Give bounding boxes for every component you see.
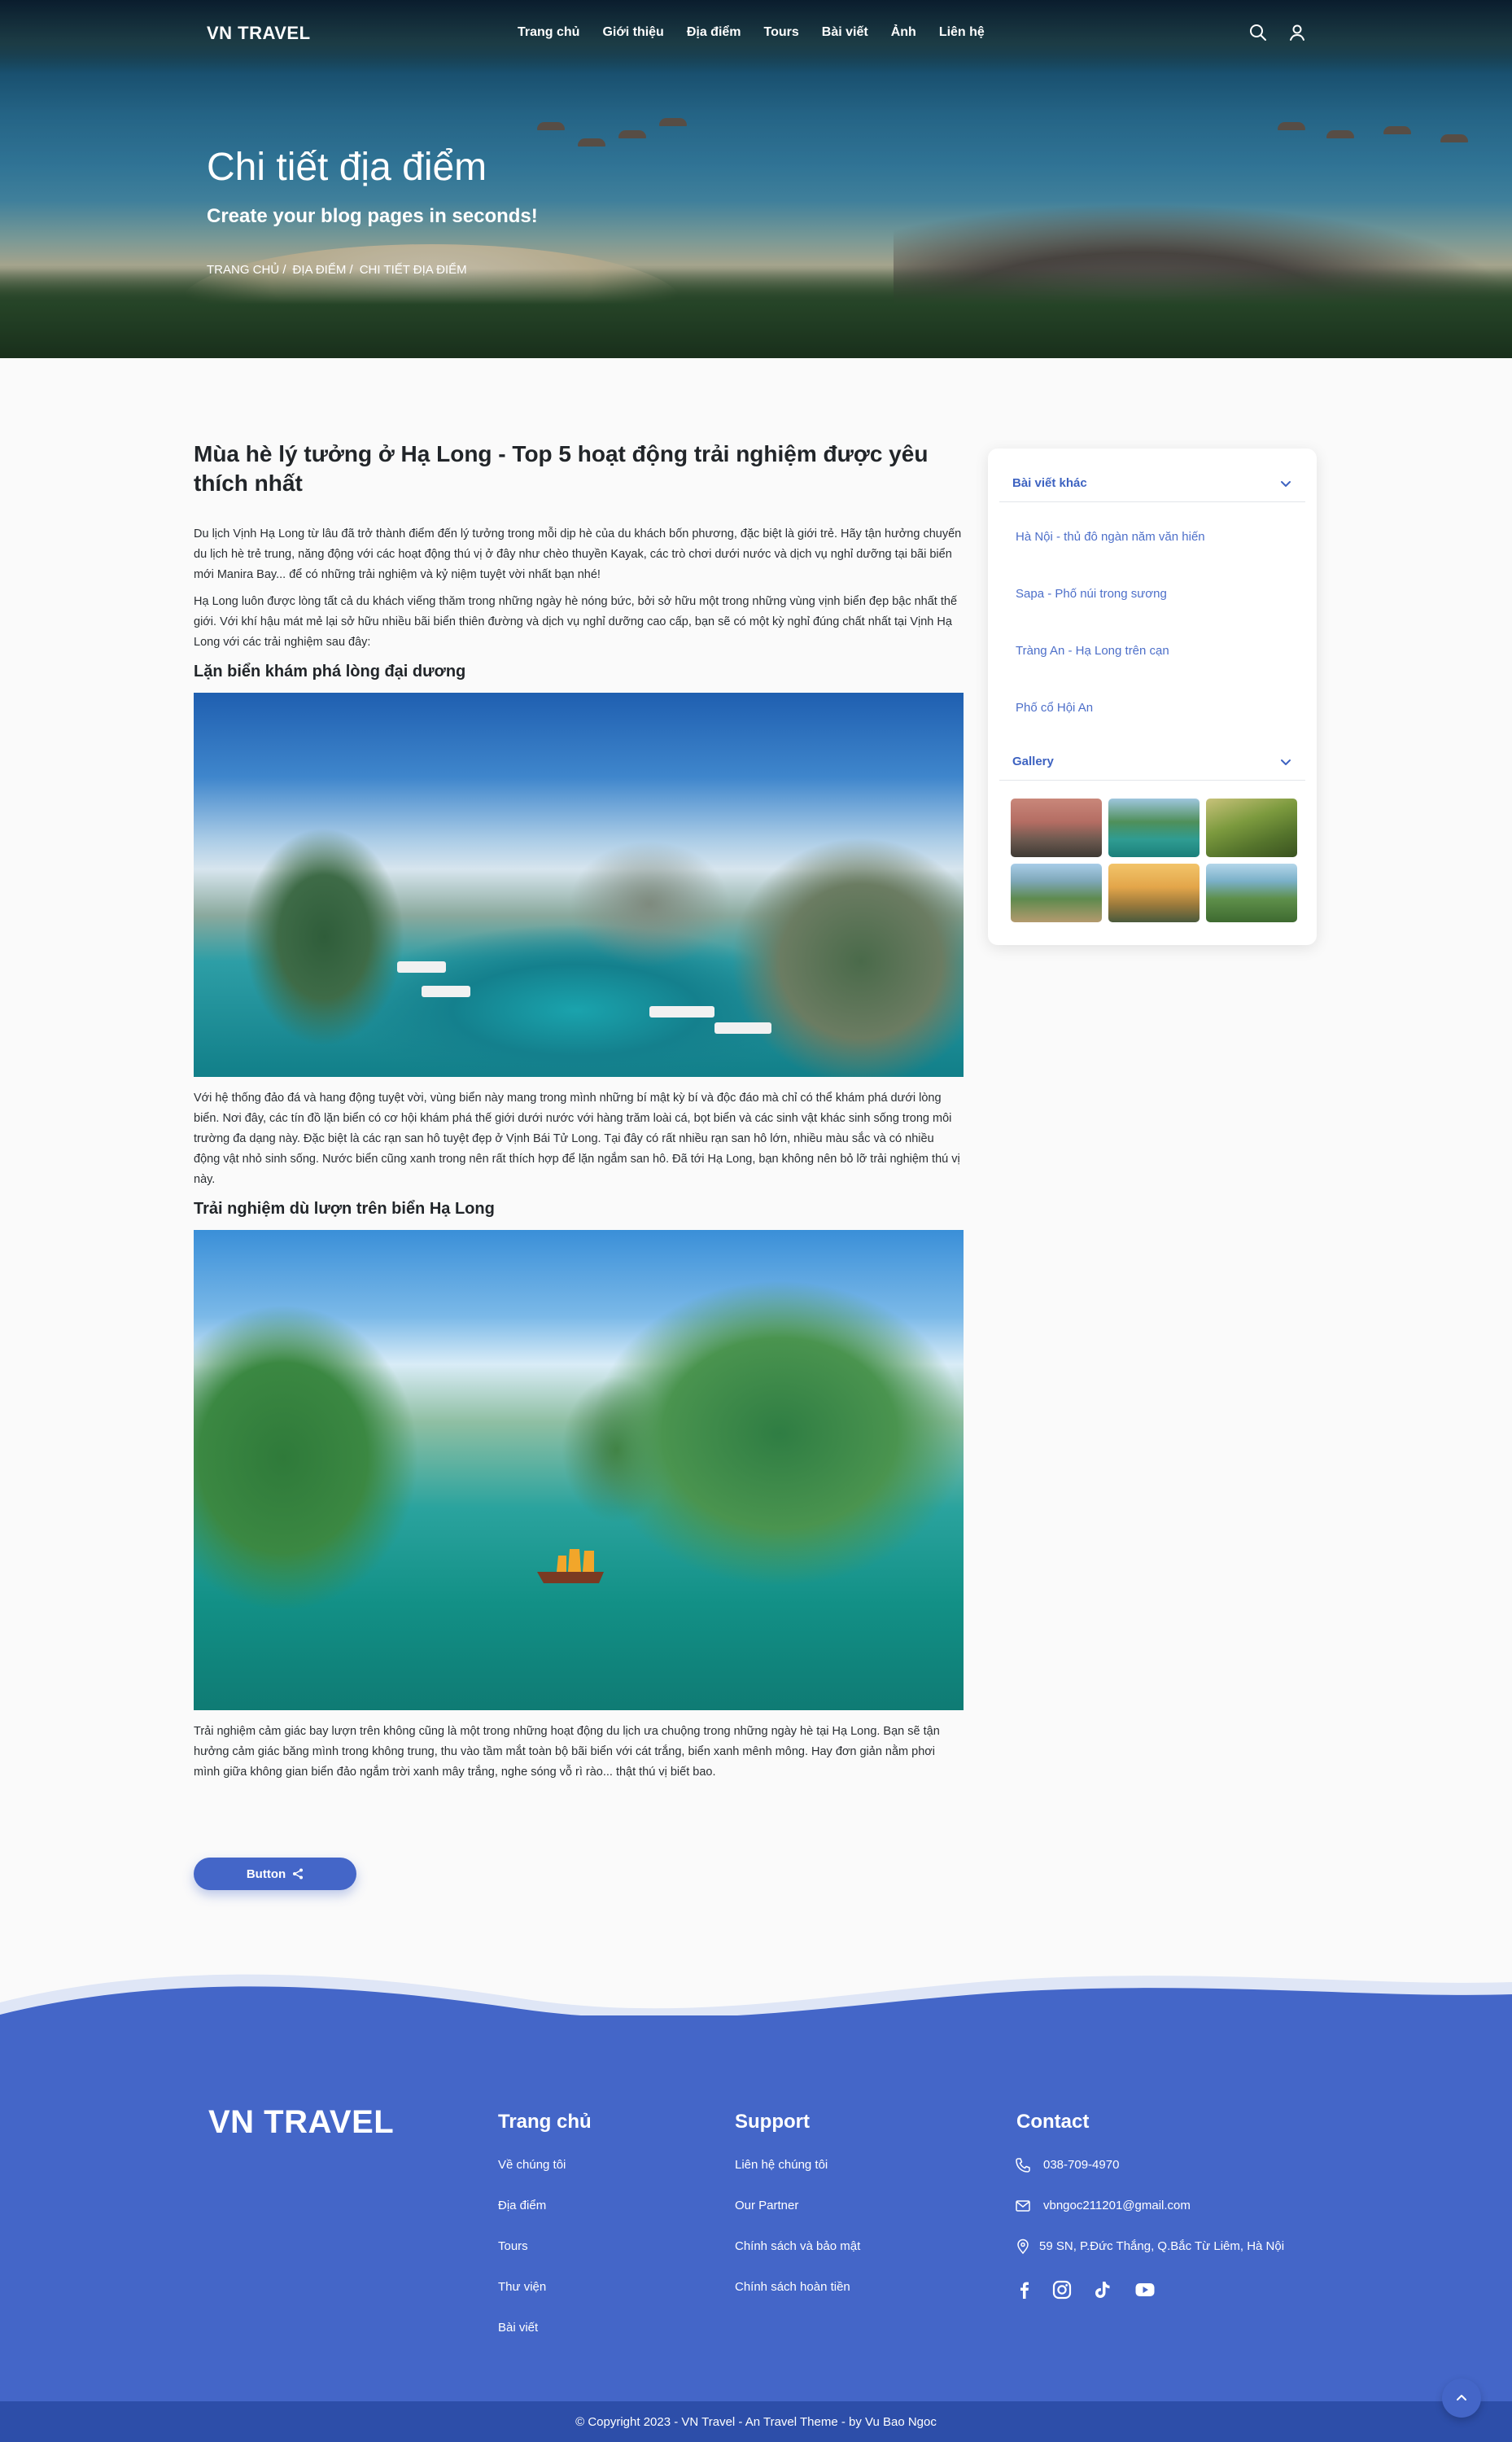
footer-link-tours[interactable]: Tours xyxy=(498,2239,528,2253)
instagram-icon[interactable] xyxy=(1051,2279,1073,2300)
top-navbar: VN TRAVEL Trang chủ Giới thiệu Địa điểm … xyxy=(0,0,1512,68)
back-to-top-button[interactable] xyxy=(1442,2379,1481,2418)
gallery-thumbnail[interactable] xyxy=(1206,864,1297,922)
article-title: Mùa hè lý tưởng ở Hạ Long - Top 5 hoạt đ… xyxy=(194,441,929,496)
chevron-down-icon xyxy=(1281,759,1291,765)
location-pin-icon xyxy=(1017,2238,1029,2255)
page-title: Chi tiết địa điểm xyxy=(207,146,487,189)
sidebar-posts-header[interactable]: Bài viết khác xyxy=(999,465,1305,502)
sidebar-post-link[interactable]: Tràng An - Hạ Long trên cạn xyxy=(1016,644,1169,658)
gallery-thumbnail[interactable] xyxy=(1108,864,1200,922)
boat-shape xyxy=(714,1022,771,1034)
search-icon[interactable] xyxy=(1248,23,1268,42)
menu-item-posts[interactable]: Bài viết xyxy=(822,25,868,40)
mail-icon xyxy=(1016,2200,1030,2212)
footer-link-contact-us[interactable]: Liên hệ chúng tôi xyxy=(735,2158,828,2172)
breadcrumb-destinations[interactable]: ĐỊA ĐIỂM / xyxy=(293,263,353,277)
footer-link-privacy[interactable]: Chính sách và bảo mật xyxy=(735,2239,860,2253)
footer xyxy=(0,1954,1512,2442)
share-button-label: Button xyxy=(246,1867,286,1881)
footer-col-home-title: Trang chủ xyxy=(498,2111,592,2133)
boat-shape xyxy=(649,1006,714,1017)
menu-item-destinations[interactable]: Địa điểm xyxy=(687,25,741,40)
phone-icon xyxy=(1016,2158,1030,2173)
sidebar-post-link[interactable]: Hà Nội - thủ đô ngàn năm văn hiến xyxy=(1016,530,1205,544)
copyright-text: © Copyright 2023 - VN Travel - An Travel… xyxy=(575,2414,937,2429)
share-icon xyxy=(293,1868,304,1880)
footer-link-partner[interactable]: Our Partner xyxy=(735,2199,798,2212)
sidebar-gallery-title: Gallery xyxy=(1012,755,1054,768)
brand-logo[interactable]: VN TRAVEL xyxy=(207,23,311,44)
footer-link-refund[interactable]: Chính sách hoàn tiền xyxy=(735,2280,850,2294)
page-subtitle: Create your blog pages in seconds! xyxy=(207,205,538,227)
article-paragraph: Trải nghiệm cảm giác bay lượn trên không… xyxy=(194,1725,940,1779)
footer-brand[interactable]: VN TRAVEL xyxy=(208,2104,394,2141)
sidebar-gallery-header[interactable]: Gallery xyxy=(999,743,1305,781)
breadcrumb-current: CHI TIẾT ĐỊA ĐIỂM xyxy=(359,263,467,277)
menu-item-home[interactable]: Trang chủ xyxy=(518,25,579,40)
section-heading: Lặn biển khám phá lòng đại dương xyxy=(194,663,466,681)
footer-link-library[interactable]: Thư viện xyxy=(498,2280,546,2294)
copyright-bar: © Copyright 2023 - VN Travel - An Travel… xyxy=(0,2401,1512,2442)
junk-boat-shape xyxy=(537,1549,604,1583)
article-paragraph: Với hệ thống đảo đá và hang động tuyệt v… xyxy=(194,1092,960,1186)
footer-link-destinations[interactable]: Địa điểm xyxy=(498,2199,546,2212)
sidebar-card: Bài viết khác Hà Nội - thủ đô ngàn năm v… xyxy=(988,449,1317,945)
footer-col-contact-title: Contact xyxy=(1016,2111,1090,2133)
sidebar-posts-title: Bài viết khác xyxy=(1012,476,1087,490)
boat-shape xyxy=(397,961,446,973)
menu-item-about[interactable]: Giới thiệu xyxy=(602,25,663,40)
contact-phone[interactable]: 038-709-4970 xyxy=(1043,2158,1119,2172)
breadcrumb-home[interactable]: TRANG CHỦ / xyxy=(207,263,286,277)
breadcrumb: TRANG CHỦ / ĐỊA ĐIỂM / CHI TIẾT ĐỊA ĐIỂM xyxy=(207,263,474,277)
article-paragraph: Hạ Long luôn được lòng tất cả du khách v… xyxy=(194,595,958,649)
menu-item-tours[interactable]: Tours xyxy=(764,25,799,40)
footer-col-support-title: Support xyxy=(735,2111,810,2133)
chevron-up-icon xyxy=(1457,2395,1466,2400)
footer-link-about[interactable]: Về chúng tôi xyxy=(498,2158,566,2172)
sidebar-post-link[interactable]: Sapa - Phố núi trong sương xyxy=(1016,587,1167,601)
contact-email[interactable]: vbngoc211201@gmail.com xyxy=(1043,2199,1191,2212)
chevron-down-icon xyxy=(1281,480,1291,487)
gallery-thumbnail[interactable] xyxy=(1206,799,1297,857)
tiktok-icon[interactable] xyxy=(1092,2279,1113,2300)
footer-link-posts[interactable]: Bài viết xyxy=(498,2321,538,2335)
sidebar-post-link[interactable]: Phố cổ Hội An xyxy=(1016,701,1093,715)
hero-banner: VN TRAVEL Trang chủ Giới thiệu Địa điểm … xyxy=(0,0,1512,358)
boat-shape xyxy=(422,986,470,997)
menu-item-photos[interactable]: Ảnh xyxy=(891,25,916,40)
main-menu: Trang chủ Giới thiệu Địa điểm Tours Bài … xyxy=(518,25,1007,40)
menu-item-contact[interactable]: Liên hệ xyxy=(939,25,985,40)
youtube-icon[interactable] xyxy=(1134,2279,1156,2300)
article-image-junk-boat xyxy=(194,1230,964,1710)
gallery-thumbnail[interactable] xyxy=(1108,799,1200,857)
article-paragraph: Du lịch Vịnh Hạ Long từ lâu đã trở thành… xyxy=(194,527,962,581)
contact-address: 59 SN, P.Đức Thắng, Q.Bắc Từ Liêm, Hà Nộ… xyxy=(1039,2239,1285,2253)
share-button[interactable]: Button xyxy=(194,1858,356,1890)
user-icon[interactable] xyxy=(1287,23,1307,42)
gallery-thumbnail[interactable] xyxy=(1011,799,1102,857)
article-content: Mùa hè lý tưởng ở Hạ Long - Top 5 hoạt đ… xyxy=(194,440,964,1783)
article-image-diving xyxy=(194,693,964,1077)
section-heading: Trải nghiệm dù lượn trên biển Hạ Long xyxy=(194,1200,495,1218)
facebook-icon[interactable] xyxy=(1014,2279,1035,2300)
gallery-thumbnail[interactable] xyxy=(1011,864,1102,922)
